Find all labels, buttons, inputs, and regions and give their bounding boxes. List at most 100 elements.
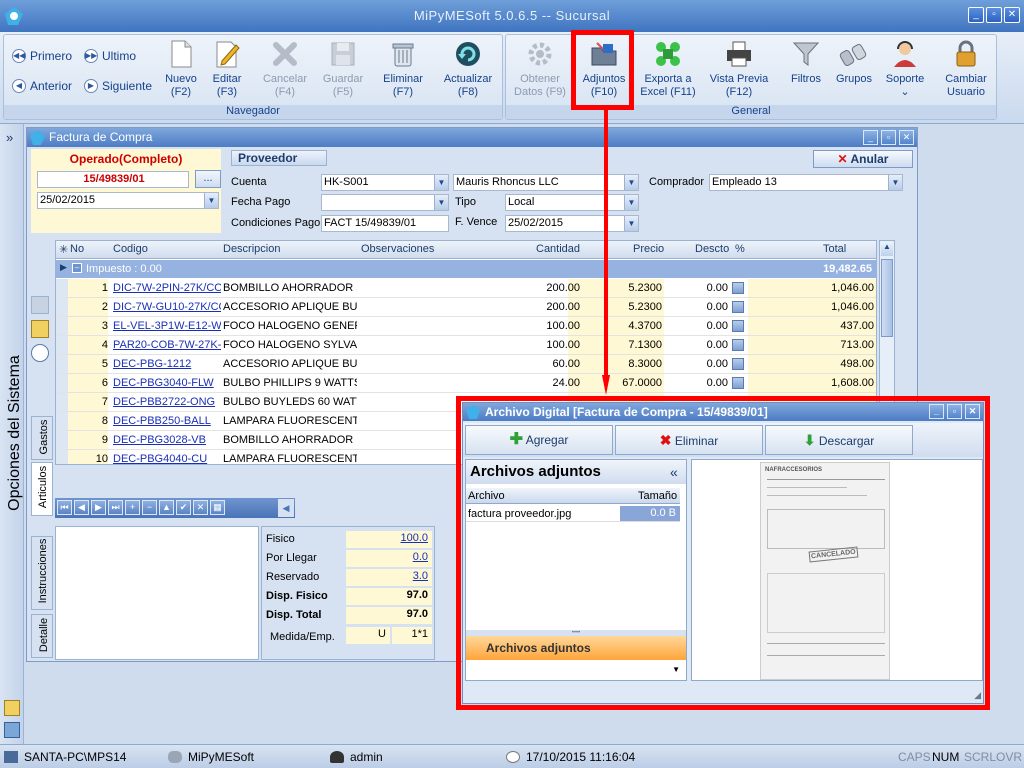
- f-vence-select[interactable]: 25/02/2015 ▼: [505, 215, 639, 232]
- nav-first-icon[interactable]: ⏮: [57, 500, 72, 515]
- col-descto[interactable]: Descto: [695, 243, 729, 255]
- nav-up-icon[interactable]: ▲: [159, 500, 174, 515]
- last-record-button[interactable]: ▶▶ Ultimo: [84, 49, 136, 63]
- row-codigo[interactable]: DEC-PBG3040-FLW: [113, 377, 221, 389]
- exportar-excel-button[interactable]: Exporta a Excel (F11): [636, 39, 700, 99]
- adjuntos-button[interactable]: Adjuntos (F10): [576, 39, 632, 99]
- table-row[interactable]: 3 EL-VEL-3P1W-E12-WWFOCO HALOGENO GENERAL…: [56, 317, 876, 336]
- cuenta-select[interactable]: HK-S001 ▼: [321, 174, 449, 191]
- footer-dropdown-arrow-icon[interactable]: ▼: [466, 660, 686, 680]
- row-selector[interactable]: [56, 374, 68, 392]
- row-selector[interactable]: [56, 355, 68, 373]
- scroll-left-icon[interactable]: ◀: [278, 499, 294, 517]
- dropdown-arrow-icon[interactable]: ▼: [434, 195, 448, 210]
- stock-value[interactable]: 3.0: [346, 569, 432, 586]
- row-codigo[interactable]: DEC-PBG-1212: [113, 358, 221, 370]
- eliminar-button[interactable]: Eliminar (F7): [378, 39, 428, 99]
- percent-checkbox[interactable]: [732, 339, 744, 351]
- resize-grip-icon[interactable]: ◢: [974, 690, 981, 701]
- row-codigo[interactable]: DEC-PBG4040-CU: [113, 453, 221, 464]
- cancelar-button[interactable]: Cancelar (F4): [258, 39, 312, 99]
- table-row[interactable]: 4 PAR20-COB-7W-27K-D FOCO HALOGENO SYLVANI…: [56, 336, 876, 355]
- tipo-select[interactable]: Local ▼: [505, 194, 639, 211]
- attachments-footer-tab[interactable]: Archivos adjuntos: [466, 636, 686, 660]
- col-tamano[interactable]: Tamaño: [638, 490, 677, 502]
- stock-value[interactable]: 100.0: [346, 531, 432, 548]
- col-no[interactable]: No: [70, 243, 84, 255]
- scroll-thumb[interactable]: [881, 259, 893, 337]
- col-percent[interactable]: %: [735, 243, 745, 255]
- collapse-icon[interactable]: –: [72, 263, 82, 273]
- dialog-close-button[interactable]: ✕: [965, 404, 980, 419]
- expand-chevron-icon[interactable]: »: [6, 130, 13, 145]
- monitor-icon[interactable]: [4, 722, 20, 738]
- row-codigo[interactable]: DIC-7W-GU10-27K/CO: [113, 301, 221, 313]
- maximize-button[interactable]: ▫: [986, 7, 1002, 23]
- col-observaciones[interactable]: Observaciones: [361, 243, 434, 255]
- child-minimize-button[interactable]: _: [863, 130, 878, 145]
- editar-button[interactable]: Editar (F3): [204, 39, 250, 99]
- row-codigo[interactable]: DEC-PBG3028-VB: [113, 434, 221, 446]
- table-row[interactable]: 6 DEC-PBG3040-FLW BULBO PHILLIPS 9 WATTS L…: [56, 374, 876, 393]
- notes-area[interactable]: [55, 526, 259, 660]
- condiciones-pago-field[interactable]: FACT 15/49839/01: [321, 215, 449, 232]
- col-archivo[interactable]: Archivo: [468, 490, 505, 502]
- nav-remove-icon[interactable]: −: [142, 500, 157, 515]
- row-selector[interactable]: [56, 279, 68, 297]
- tool-icon[interactable]: [31, 296, 49, 314]
- child-close-button[interactable]: ✕: [899, 130, 914, 145]
- comprador-select[interactable]: Empleado 13 ▼: [709, 174, 903, 191]
- proveedor-select[interactable]: Mauris Rhoncus LLC ▼: [453, 174, 639, 191]
- dropdown-arrow-icon[interactable]: ▼: [204, 193, 218, 208]
- obtener-datos-button[interactable]: Obtener Datos (F9): [508, 39, 572, 99]
- row-codigo[interactable]: EL-VEL-3P1W-E12-WW: [113, 320, 221, 332]
- descargar-button[interactable]: ⬇ Descargar: [765, 425, 913, 455]
- child-maximize-button[interactable]: ▫: [881, 130, 896, 145]
- percent-checkbox[interactable]: [732, 377, 744, 389]
- row-codigo[interactable]: DEC-PBB2722-ONG: [113, 396, 221, 408]
- row-selector[interactable]: [56, 393, 68, 411]
- dropdown-arrow-icon[interactable]: ▼: [434, 175, 448, 190]
- table-row[interactable]: 2 DIC-7W-GU10-27K/CO ACCESORIO APLIQUE BUY…: [56, 298, 876, 317]
- soporte-button[interactable]: Soporte ⌄: [880, 39, 930, 99]
- row-codigo[interactable]: DEC-PBB250-BALL: [113, 415, 221, 427]
- row-selector[interactable]: [56, 336, 68, 354]
- document-number-field[interactable]: 15/49839/01: [37, 171, 189, 188]
- refresh-small-icon[interactable]: [31, 344, 49, 362]
- nav-add-icon[interactable]: +: [125, 500, 140, 515]
- table-row[interactable]: 5 DEC-PBG-1212 ACCESORIO APLIQUE BUYL 60.00…: [56, 355, 876, 374]
- col-codigo[interactable]: Codigo: [113, 243, 148, 255]
- scroll-up-icon[interactable]: ▲: [881, 242, 893, 256]
- tab-instrucciones[interactable]: Instrucciones: [31, 536, 53, 610]
- dropdown-arrow-icon[interactable]: ▼: [624, 216, 638, 231]
- percent-checkbox[interactable]: [732, 301, 744, 313]
- folder-icon[interactable]: [31, 320, 49, 338]
- grid-group-row[interactable]: ▶ – Impuesto : 0.00 19,482.65: [56, 260, 876, 278]
- fecha-pago-select[interactable]: ▼: [321, 194, 449, 211]
- table-row[interactable]: 1 DIC-7W-2PIN-27K/CO BOMBILLO AHORRADOR SY…: [56, 279, 876, 298]
- tab-gastos[interactable]: Gastos: [31, 416, 53, 460]
- row-codigo[interactable]: DIC-7W-2PIN-27K/CO: [113, 282, 221, 294]
- collapse-panel-icon[interactable]: «: [670, 464, 678, 480]
- col-precio[interactable]: Precio: [633, 243, 664, 255]
- close-button[interactable]: ✕: [1004, 7, 1020, 23]
- first-record-button[interactable]: ◀◀ Primero: [12, 49, 72, 63]
- attachment-row[interactable]: factura proveedor.jpg 0.0 B: [466, 506, 680, 522]
- tab-detalle[interactable]: Detalle: [31, 614, 53, 658]
- lightbulb-icon[interactable]: [4, 700, 20, 716]
- filtros-button[interactable]: Filtros: [784, 39, 828, 86]
- tab-proveedor[interactable]: Proveedor: [231, 150, 327, 166]
- anular-button[interactable]: ✕ Anular: [813, 150, 913, 168]
- nuevo-button[interactable]: Nuevo (F2): [158, 39, 204, 99]
- nav-grid-icon[interactable]: ▦: [210, 500, 225, 515]
- percent-checkbox[interactable]: [732, 320, 744, 332]
- col-cantidad[interactable]: Cantidad: [536, 243, 580, 255]
- percent-checkbox[interactable]: [732, 282, 744, 294]
- nav-cancel-icon[interactable]: ✕: [193, 500, 208, 515]
- tab-articulos[interactable]: Articulos: [31, 462, 53, 516]
- minimize-button[interactable]: _: [968, 7, 984, 23]
- nav-next-icon[interactable]: ▶: [91, 500, 106, 515]
- browse-button[interactable]: ...: [195, 170, 221, 188]
- row-selector[interactable]: [56, 412, 68, 430]
- eliminar-adjunto-button[interactable]: ✖ Eliminar: [615, 425, 763, 455]
